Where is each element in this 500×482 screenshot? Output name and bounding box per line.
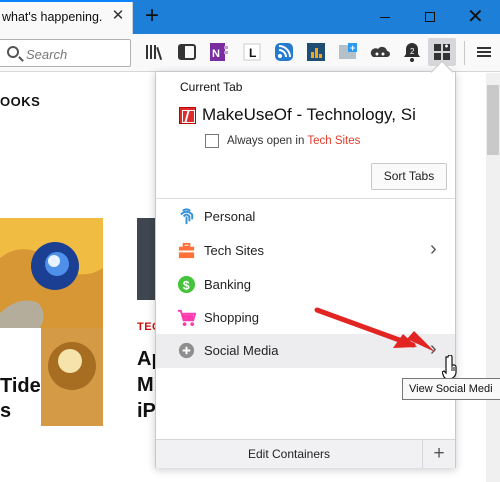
screenshot-icon[interactable]: + <box>336 40 360 64</box>
popup-divider <box>156 198 455 199</box>
cloud-icon[interactable] <box>368 40 392 64</box>
cart-icon <box>177 309 196 327</box>
navigation-toolbar: Search N L + 2 <box>0 34 500 72</box>
container-personal[interactable]: Personal <box>156 200 455 234</box>
chevron-right-icon[interactable]: › <box>430 239 437 259</box>
article-headline[interactable]: Ap M iP <box>137 346 155 424</box>
sort-tabs-button[interactable]: Sort Tabs <box>371 163 447 190</box>
title-fade <box>419 102 437 130</box>
svg-text:$: $ <box>183 278 190 292</box>
search-input[interactable]: Search <box>0 39 131 67</box>
l-icon[interactable]: L <box>240 40 264 64</box>
headline-line: s <box>0 400 12 422</box>
fingerprint-icon <box>180 208 194 225</box>
alert-badge: 2 <box>410 47 415 56</box>
svg-text:+: + <box>350 43 355 53</box>
always-open-prefix: Always open in <box>227 135 308 147</box>
scrollbar[interactable] <box>486 73 500 482</box>
scroll-thumb[interactable] <box>487 85 499 155</box>
dollar-icon: $ <box>177 275 196 294</box>
site-title: MakeUseOf - Technology, Si <box>202 105 416 124</box>
onenote-icon[interactable]: N <box>207 40 231 64</box>
search-placeholder: Search <box>26 47 68 62</box>
container-label: Banking <box>204 277 251 292</box>
tooltip: View Social Medi <box>402 378 500 400</box>
container-tech-sites[interactable]: Tech Sites › <box>156 234 455 268</box>
tab-bar: what's happening. ✕ + ✕ <box>0 0 500 34</box>
plus-icon[interactable]: + <box>427 441 451 467</box>
headline-line: Tide <box>0 375 41 397</box>
article-thumbnail[interactable] <box>137 218 157 300</box>
close-window-icon[interactable]: ✕ <box>462 5 488 29</box>
container-label: Tech Sites <box>204 243 264 258</box>
rss-icon[interactable] <box>272 40 296 64</box>
menu-icon[interactable] <box>472 40 496 64</box>
sidebar-icon[interactable] <box>175 40 199 64</box>
tab-title: what's happening. <box>2 10 103 24</box>
site-icon <box>179 107 196 124</box>
containers-popup: Current Tab MakeUseOf - Technology, Si A… <box>155 71 456 469</box>
close-icon[interactable]: ✕ <box>109 7 127 25</box>
briefcase-icon <box>178 242 195 259</box>
annotation-arrow <box>314 307 435 352</box>
container-label: Shopping <box>204 310 259 325</box>
footer-divider <box>422 440 423 469</box>
alert-icon[interactable]: 2 <box>400 40 424 64</box>
maximize-icon[interactable] <box>417 5 443 29</box>
browser-window: what's happening. ✕ + ✕ Search N L + 2 O… <box>0 0 500 482</box>
article-headline-fragment[interactable]: Tide s <box>0 374 41 424</box>
active-tab[interactable]: what's happening. ✕ <box>0 0 133 34</box>
library-icon[interactable] <box>143 40 167 64</box>
page-heading: OOKS <box>0 94 41 109</box>
popup-footer: Edit Containers + <box>156 439 455 469</box>
search-icon <box>7 46 19 58</box>
plus-icon[interactable]: + <box>140 4 164 29</box>
container-label: Social Media <box>204 343 279 358</box>
svg-text:N: N <box>212 48 220 60</box>
toolbar-divider <box>464 41 465 65</box>
always-open-target: Tech Sites <box>307 135 361 147</box>
minimize-icon[interactable] <box>372 5 398 29</box>
current-tab-label: Current Tab <box>180 80 243 94</box>
container-banking[interactable]: $ Banking <box>156 268 455 302</box>
always-open-label: Always open in Tech Sites <box>227 135 360 147</box>
svg-text:L: L <box>249 46 256 60</box>
tab-accent <box>0 0 133 2</box>
edit-containers-button[interactable]: Edit Containers <box>156 440 422 469</box>
always-open-checkbox[interactable] <box>205 134 219 148</box>
container-label: Personal <box>204 209 256 224</box>
analytics-icon[interactable] <box>304 40 328 64</box>
circle-icon <box>178 342 195 359</box>
